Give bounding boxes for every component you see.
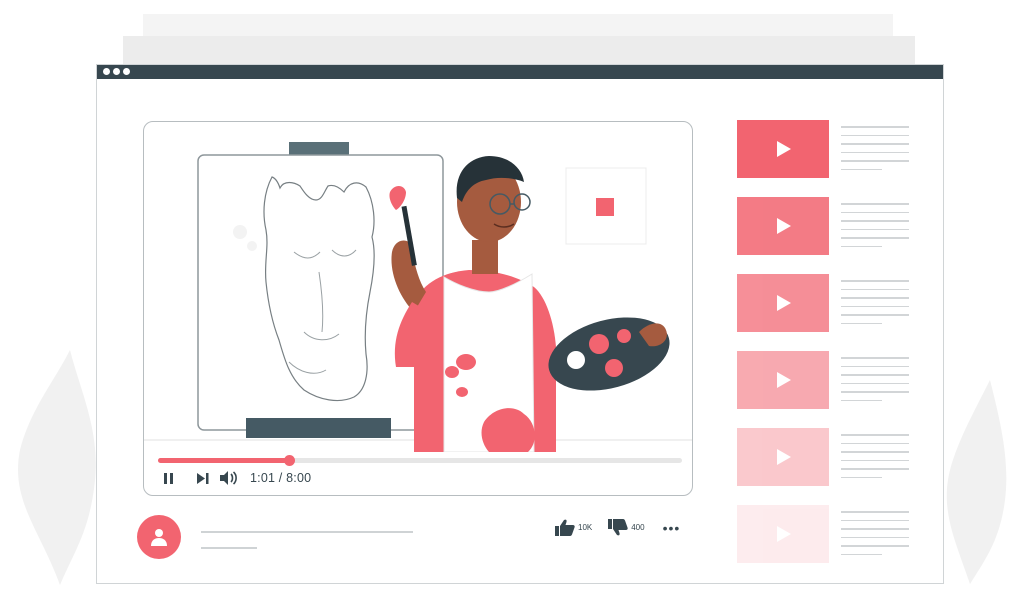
skip-next-icon <box>197 472 209 484</box>
dislike-count: 400 <box>631 523 645 532</box>
recommended-video-text-placeholder[interactable] <box>841 511 909 562</box>
title-bar <box>97 65 943 79</box>
recommended-video-thumbnail[interactable] <box>737 274 829 332</box>
channel-avatar[interactable] <box>137 515 181 559</box>
background-window-shadow-2 <box>123 36 915 66</box>
recommended-video-thumbnail[interactable] <box>737 428 829 486</box>
play-icon <box>777 372 791 388</box>
recommended-video-text-placeholder[interactable] <box>841 434 909 485</box>
volume-icon <box>220 471 237 485</box>
user-icon <box>151 529 167 546</box>
recommended-video-thumbnail[interactable] <box>737 351 829 409</box>
pause-button[interactable] <box>158 468 180 488</box>
like-button[interactable]: 10K <box>555 519 592 536</box>
dislike-button[interactable]: 400 <box>608 519 645 536</box>
video-player[interactable]: 1:01 / 8:00 <box>143 121 693 496</box>
recommended-video-thumbnail[interactable] <box>737 505 829 563</box>
play-icon <box>777 218 791 234</box>
pause-icon <box>164 472 173 484</box>
maximize-dot[interactable] <box>123 68 130 75</box>
more-options-button[interactable]: ••• <box>663 521 681 535</box>
recommended-video-thumbnail[interactable] <box>737 120 829 178</box>
background-window-shadow <box>143 14 893 38</box>
player-controls: 1:01 / 8:00 <box>158 468 311 488</box>
background-leaf-left <box>18 350 96 585</box>
play-icon <box>777 295 791 311</box>
play-icon <box>777 141 791 157</box>
volume-button[interactable] <box>218 468 240 488</box>
recommended-video-text-placeholder[interactable] <box>841 203 909 254</box>
close-dot[interactable] <box>103 68 110 75</box>
recommended-video-text-placeholder[interactable] <box>841 280 909 331</box>
progress-handle[interactable] <box>284 455 295 466</box>
minimize-dot[interactable] <box>113 68 120 75</box>
easel-bottom-bar <box>246 418 391 438</box>
thumbs-up-icon <box>555 519 575 536</box>
next-button[interactable] <box>188 468 218 488</box>
play-icon <box>777 449 791 465</box>
channel-name-placeholder <box>201 547 257 549</box>
recommended-video-text-placeholder[interactable] <box>841 126 909 177</box>
window-controls <box>103 68 130 75</box>
video-frame <box>144 142 692 452</box>
progress-bar[interactable] <box>158 455 682 466</box>
time-display: 1:01 / 8:00 <box>250 471 312 485</box>
video-title-placeholder <box>201 531 413 533</box>
progress-fill <box>158 458 289 463</box>
paint-palette <box>548 317 670 391</box>
browser-window: 1:01 / 8:00 10K 400 ••• <box>96 64 944 584</box>
recommended-video-thumbnail[interactable] <box>737 197 829 255</box>
play-icon <box>777 526 791 542</box>
easel-top-bar <box>289 142 349 155</box>
video-actions: 10K 400 ••• <box>555 519 680 536</box>
thumbs-down-icon <box>608 519 628 536</box>
like-count: 10K <box>578 523 593 532</box>
recommended-video-text-placeholder[interactable] <box>841 357 909 408</box>
